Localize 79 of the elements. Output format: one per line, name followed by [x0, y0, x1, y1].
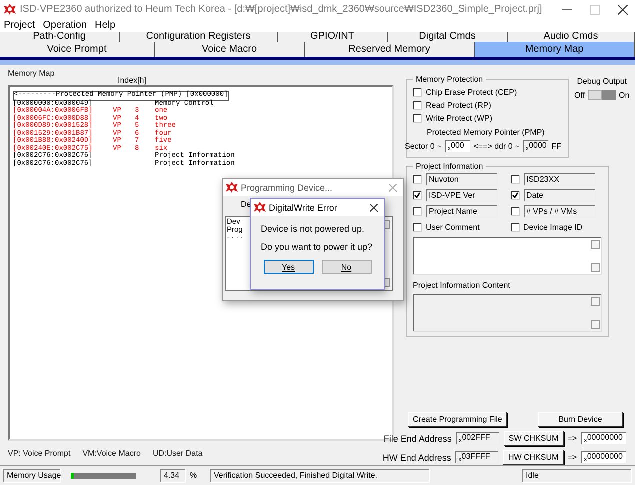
arrow-label: =>: [568, 453, 577, 462]
burn-device-button[interactable]: Burn Device: [538, 412, 623, 427]
sector-label: Sector 0 ~: [405, 142, 442, 151]
pmp-label: Protected Memory Pointer (PMP): [427, 128, 545, 137]
close-icon[interactable]: [370, 204, 378, 212]
end-address-field[interactable]: $_{x}$002FFF: [456, 432, 500, 445]
scroll-up-button[interactable]: [591, 240, 600, 249]
info-field[interactable]: # VPs / # VMs: [524, 205, 596, 218]
no-button[interactable]: No: [322, 260, 372, 274]
scroll-down-button[interactable]: [591, 320, 600, 329]
address-suffix: FF: [552, 142, 562, 151]
group-title: Project Information: [415, 162, 484, 171]
on-label: On: [619, 90, 630, 100]
checkbox[interactable]: [510, 207, 520, 216]
debug-toggle[interactable]: [588, 90, 616, 100]
checkbox[interactable]: [413, 101, 422, 110]
checkbox[interactable]: [413, 88, 422, 97]
arrow-label: =>: [568, 434, 577, 443]
legend-text: VM:Voice Macro: [82, 448, 141, 458]
address-input[interactable]: $_{x}$0000: [522, 140, 549, 153]
checkbox[interactable]: [413, 207, 422, 216]
checkbox[interactable]: [510, 191, 520, 200]
checkbox[interactable]: [510, 223, 520, 232]
dialog-title: Programming Device...: [241, 182, 334, 192]
checkbox-label: Write Protect (WP): [426, 114, 493, 123]
checksum-button[interactable]: HW CHKSUM: [503, 450, 564, 465]
checkbox-label: User Comment: [426, 223, 480, 232]
memory-usage-label: Memory Usage: [3, 468, 61, 482]
end-address-field[interactable]: $_{x}$03FFFF: [455, 451, 500, 464]
error-message: Device is not powered up.: [261, 224, 366, 234]
address-label: <==> ddr 0 ~: [474, 142, 520, 151]
checksum-field: $_{x}$00000000: [581, 432, 627, 445]
sector-input[interactable]: $_{x}$000: [444, 140, 471, 153]
menu-item[interactable]: Help: [95, 20, 116, 31]
index-column-label: Index[h]: [118, 76, 146, 85]
app-logo-icon: [226, 182, 238, 193]
dialog-title: DigitalWrite Error: [269, 202, 338, 212]
app-logo-icon: [4, 4, 16, 15]
yes-button[interactable]: Yes: [264, 260, 314, 274]
legend-text: VP: Voice Prompt: [8, 448, 71, 458]
checkbox-label: Chip Erase Protect (CEP): [426, 88, 518, 97]
checkbox[interactable]: [413, 223, 422, 232]
address-label: HW End Address: [382, 452, 452, 462]
info-field[interactable]: Date: [524, 189, 596, 202]
debug-output-label: Debug Output: [577, 77, 628, 86]
checkbox-label: Device Image ID: [524, 223, 583, 232]
app-logo-icon: [254, 202, 266, 213]
percent-unit: %: [190, 471, 198, 480]
status-message: Verification Succeeded, Finished Digital Write.: [210, 468, 430, 482]
create-file-button[interactable]: Create Programming File: [408, 412, 508, 427]
checkbox[interactable]: [413, 175, 422, 184]
content-label: Project Information Content: [413, 281, 510, 290]
group-title: Memory Protection: [415, 75, 484, 84]
memory-usage-bar: [71, 472, 136, 478]
scroll-down-button[interactable]: [591, 263, 600, 272]
checksum-button[interactable]: SW CHKSUM: [504, 431, 564, 446]
info-field[interactable]: Nuvoton: [426, 173, 498, 186]
legend-text: UD:User Data: [152, 448, 203, 458]
info-field[interactable]: ISD23XX: [524, 173, 596, 186]
window-title: ISD-VPE2360 authorized to Heum Tech Korea - [d:₩[project]₩isd_dmk_2360₩source₩ISD2360_Simple_Project.prj]: [20, 4, 544, 15]
usage-percent-field: 4.34: [160, 468, 186, 482]
content-textarea[interactable]: [413, 294, 602, 332]
tab[interactable]: Memory Map: [475, 42, 635, 57]
checkbox-label: Read Protect (RP): [426, 101, 492, 110]
error-message: Do you want to power it up?: [261, 242, 374, 252]
status-state: Idle: [522, 468, 632, 482]
menu-item[interactable]: Operation: [43, 20, 88, 31]
comment-textarea[interactable]: [413, 237, 602, 275]
memory-map-label: Memory Map: [8, 69, 56, 78]
checkbox[interactable]: [413, 191, 422, 200]
menu-item[interactable]: Project: [4, 20, 36, 31]
checkbox[interactable]: [510, 175, 520, 184]
checksum-field: $_{x}$00000000: [581, 451, 627, 464]
checkbox[interactable]: [413, 114, 422, 123]
scroll-up-button[interactable]: [591, 297, 600, 306]
info-field[interactable]: ISD-VPE Ver: [426, 189, 498, 202]
off-label: Off: [574, 90, 586, 100]
address-label: File End Address: [384, 434, 452, 444]
info-field[interactable]: Project Name: [426, 205, 498, 218]
